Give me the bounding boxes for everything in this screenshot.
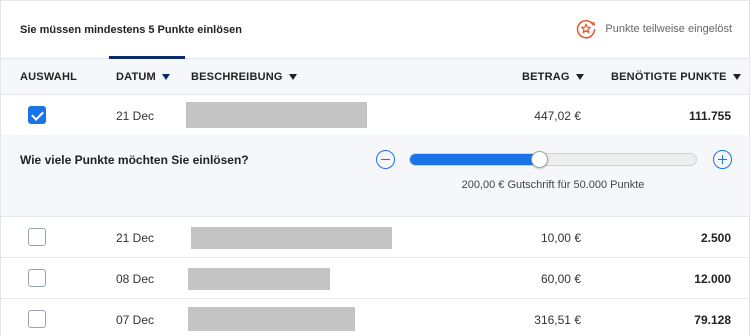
slider-fill	[410, 154, 539, 165]
table-row[interactable]: 21 Dec 447,02 € 111.755	[1, 95, 749, 136]
row-checkbox[interactable]	[28, 106, 46, 124]
row-date: 08 Dec	[116, 272, 155, 286]
row-date: 21 Dec	[116, 231, 155, 245]
redeem-question: Wie viele Punkte möchten Sie einlösen?	[20, 153, 249, 167]
row-date: 07 Dec	[116, 313, 155, 327]
sort-icon	[732, 74, 741, 80]
redacted-description	[186, 102, 367, 128]
credit-summary: 200,00 € Gutschrift für 50.000 Punkte	[461, 179, 645, 191]
minus-circle-icon[interactable]	[376, 150, 395, 169]
row-points: 2.500	[700, 231, 731, 245]
redacted-description	[188, 268, 330, 290]
row-amount: 316,51 €	[534, 313, 581, 327]
row-points: 79.128	[694, 313, 731, 327]
column-header-datum[interactable]: DATUM	[116, 71, 170, 83]
redeem-slider-panel: Wie viele Punkte möchten Sie einlösen? 2…	[1, 135, 749, 217]
plus-circle-icon[interactable]	[713, 150, 732, 169]
slider-thumb[interactable]	[531, 151, 548, 168]
row-points: 111.755	[688, 109, 731, 123]
row-amount: 10,00 €	[540, 231, 581, 245]
row-amount: 447,02 €	[534, 109, 581, 123]
table-row[interactable]: 08 Dec 60,00 € 12.000	[1, 258, 749, 299]
column-header-betrag[interactable]: BETRAG	[522, 71, 584, 83]
sort-icon	[288, 74, 297, 80]
table-row[interactable]: 07 Dec 316,51 € 79.128	[1, 299, 749, 336]
row-checkbox[interactable]	[28, 310, 46, 328]
row-checkbox[interactable]	[28, 228, 46, 246]
redacted-description	[188, 307, 355, 331]
column-header-punkte[interactable]: BENÖTIGTE PUNKTE	[611, 71, 741, 83]
column-header-auswahl: AUSWAHL	[20, 71, 78, 83]
sort-desc-icon	[161, 74, 170, 80]
row-amount: 60,00 €	[540, 272, 581, 286]
points-redemption-panel: Sie müssen mindestens 5 Punkte einlösen …	[0, 0, 750, 336]
points-slider[interactable]	[409, 151, 697, 168]
sort-indicator-underline	[109, 56, 185, 59]
row-checkbox[interactable]	[28, 269, 46, 287]
top-bar: Sie müssen mindestens 5 Punkte einlösen …	[1, 1, 749, 58]
row-date: 21 Dec	[116, 109, 155, 123]
sort-icon	[575, 74, 584, 80]
column-header-beschreibung[interactable]: BESCHREIBUNG	[191, 71, 297, 83]
table-row[interactable]: 21 Dec 10,00 € 2.500	[1, 217, 749, 258]
status-text: Punkte teilweise eingelöst	[605, 23, 732, 35]
minimum-points-notice: Sie müssen mindestens 5 Punkte einlösen	[20, 24, 242, 36]
row-points: 12.000	[694, 272, 731, 286]
star-refresh-icon	[577, 19, 596, 39]
redacted-description	[191, 227, 392, 249]
redemption-status: Punkte teilweise eingelöst	[575, 18, 732, 40]
table-header: AUSWAHL DATUM BESCHREIBUNG BETRAG BENÖTI…	[1, 56, 749, 95]
